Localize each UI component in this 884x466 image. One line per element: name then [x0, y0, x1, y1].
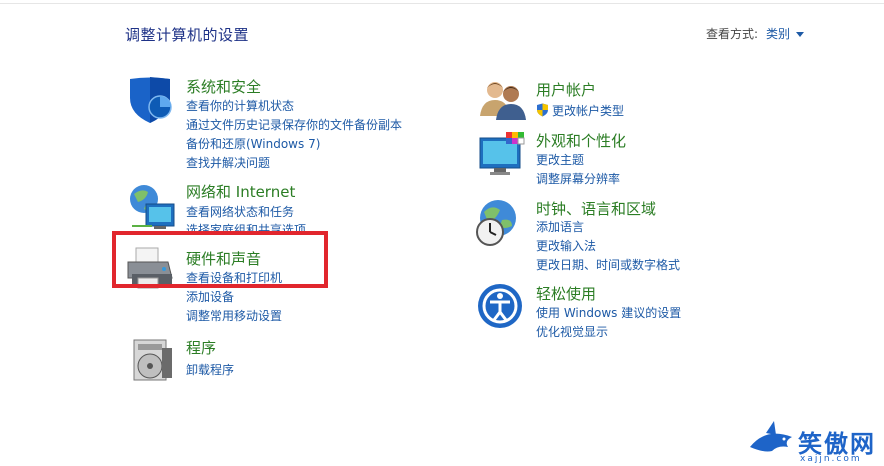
monitor-palette-icon [479, 132, 525, 175]
top-divider [0, 3, 884, 4]
view-by-value: 类别 [766, 27, 791, 41]
users-icon [480, 82, 526, 120]
watermark-subtext: xajjn.com [800, 454, 862, 464]
link-mobility-settings[interactable]: 调整常用移动设置 [186, 307, 282, 324]
accessibility-icon [478, 284, 522, 328]
highlight-box [112, 231, 328, 288]
uac-shield-icon [537, 103, 548, 117]
link-change-theme[interactable]: 更改主题 [536, 151, 584, 168]
programs-icon [133, 339, 172, 381]
link-change-account-type[interactable]: 更改帐户类型 [536, 102, 624, 119]
programs-title[interactable]: 程序 [186, 337, 216, 358]
chevron-down-icon [796, 32, 805, 37]
system-security-title[interactable]: 系统和安全 [186, 76, 261, 97]
view-by: 查看方式: 类别 [706, 25, 805, 42]
page-title: 调整计算机的设置 [125, 26, 250, 44]
clock-region-title[interactable]: 时钟、语言和区域 [536, 198, 656, 219]
network-title[interactable]: 网络和 Internet [186, 181, 295, 202]
link-file-history[interactable]: 通过文件历史记录保存你的文件备份副本 [186, 116, 402, 133]
link-add-device[interactable]: 添加设备 [186, 288, 234, 305]
link-optimize-visual[interactable]: 优化视觉显示 [536, 323, 608, 340]
link-screen-resolution[interactable]: 调整屏幕分辨率 [536, 170, 620, 187]
clock-globe-icon [476, 200, 516, 246]
link-recommended-settings[interactable]: 使用 Windows 建议的设置 [536, 304, 681, 321]
user-accounts-title[interactable]: 用户帐户 [536, 79, 596, 100]
appearance-title[interactable]: 外观和个性化 [536, 130, 626, 151]
link-troubleshoot[interactable]: 查找并解决问题 [186, 154, 270, 171]
shield-icon [130, 77, 172, 123]
link-network-status[interactable]: 查看网络状态和任务 [186, 203, 294, 220]
link-add-language[interactable]: 添加语言 [536, 218, 584, 235]
link-change-input-method[interactable]: 更改输入法 [536, 237, 596, 254]
link-uninstall-program[interactable]: 卸载程序 [186, 361, 234, 378]
link-view-computer-status[interactable]: 查看你的计算机状态 [186, 97, 294, 114]
view-by-label: 查看方式: [706, 27, 759, 41]
link-backup-restore[interactable]: 备份和还原(Windows 7) [186, 135, 320, 152]
change-account-type-label: 更改帐户类型 [552, 104, 625, 118]
link-date-time-format[interactable]: 更改日期、时间或数字格式 [536, 256, 680, 273]
view-by-dropdown[interactable]: 类别 [766, 27, 805, 41]
network-globe-icon [130, 185, 175, 229]
ease-of-access-title[interactable]: 轻松使用 [536, 283, 596, 304]
